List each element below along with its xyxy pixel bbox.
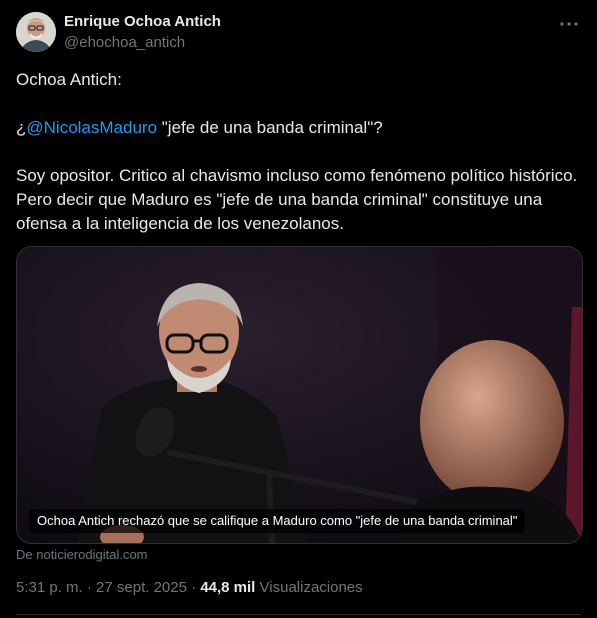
avatar-image [16,12,56,52]
media-source[interactable]: De noticierodigital.com [16,547,148,562]
tweet-text: Ochoa Antich: ¿@NicolasMaduro "jefe de u… [16,68,581,236]
tweet-paragraph: Soy opositor. Critico al chavismo inclus… [16,166,578,233]
meta-separator-2: · [186,579,201,596]
author-name[interactable]: Enrique Ochoa Antich [64,13,221,30]
tweet-question: ¿@NicolasMaduro "jefe de una banda crimi… [16,116,581,140]
divider [16,614,581,615]
tweet-meta: 5:31 p. m. · 27 sept. 2025 · 44,8 mil Vi… [16,579,363,596]
more-options-icon[interactable] [557,12,581,36]
tweet-date[interactable]: 27 sept. 2025 [96,579,187,596]
mention-link[interactable]: @NicolasMaduro [26,118,157,137]
media-caption: Ochoa Antich rechazó que se califique a … [29,509,526,533]
question-prefix: ¿ [16,118,27,137]
interview-photo [17,247,582,543]
avatar[interactable] [16,12,56,52]
meta-separator: · [82,579,97,596]
author-handle[interactable]: @ehochoa_antich [64,34,185,51]
tweet-line-1: Ochoa Antich: [16,70,122,89]
media-image[interactable]: Ochoa Antich rechazó que se califique a … [16,246,583,544]
question-suffix: "jefe de una banda criminal"? [157,118,383,137]
views-label: Visualizaciones [259,579,363,596]
tweet-time[interactable]: 5:31 p. m. [16,579,83,596]
views-count: 44,8 mil [200,579,256,596]
